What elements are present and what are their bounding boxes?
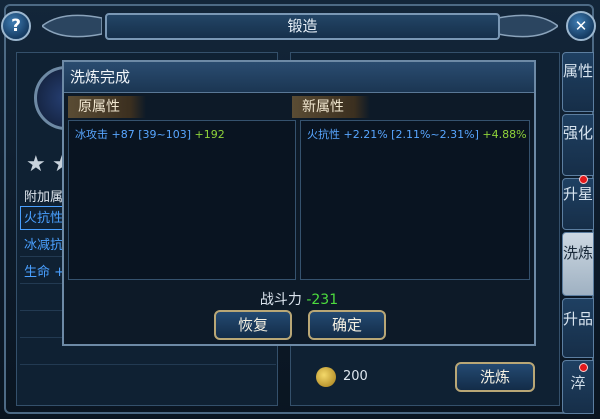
tab-wash[interactable]: 洗炼 [562, 232, 594, 296]
attr-range: [2.11%~2.31%] [391, 128, 479, 141]
attr-delta: +192 [194, 128, 225, 141]
old-attr-box: 冰攻击 +87 [39~103] +192 [68, 120, 296, 280]
tab-label: 属性 [563, 62, 594, 80]
wash-result-dialog: 洗炼完成 原属性 新属性 冰攻击 +87 [39~103] +192 火抗性 +… [62, 60, 536, 346]
tab-label: 淬 [570, 374, 586, 392]
combat-power: 战斗力 -231 [64, 289, 534, 309]
new-attr-box: 火抗性 +2.21% [2.11%~2.31%] +4.88% [300, 120, 530, 280]
tab-upgrade[interactable]: 升品 [562, 298, 594, 358]
forge-window: 锻造 ? ✕ ★ ★ 附加属 火抗性 冰减抗 生命 + 属性 强化 升星 洗炼 … [0, 0, 600, 419]
new-attr-line: 火抗性 +2.21% [2.11%~2.31%] +4.88% [307, 126, 527, 142]
title-ornament-left [42, 14, 102, 38]
window-title: 锻造 [287, 17, 318, 35]
tab-temper[interactable]: 淬 [562, 360, 594, 414]
close-button[interactable]: ✕ [566, 11, 596, 41]
attr-name: 火抗性 +2.21% [307, 128, 388, 141]
dialog-title: 洗炼完成 [70, 68, 131, 86]
tab-label: 升星 [563, 185, 594, 203]
wash-button[interactable]: 洗炼 [455, 362, 535, 392]
combat-power-label: 战斗力 [259, 292, 302, 308]
title-ornament-right [498, 14, 558, 38]
help-icon: ? [11, 16, 21, 36]
notification-badge [579, 363, 588, 372]
title-bar: 锻造 [105, 13, 500, 40]
cost-value: 200 [343, 369, 368, 384]
attr-delta: +4.88% [482, 128, 527, 141]
close-icon: ✕ [574, 17, 588, 35]
tab-attributes[interactable]: 属性 [562, 52, 594, 112]
combat-power-value: -231 [306, 292, 339, 308]
extra-attr-label: 附加属 [24, 190, 64, 205]
old-attr-label: 原属性 [68, 96, 146, 118]
tab-enhance[interactable]: 强化 [562, 114, 594, 176]
attr-range: [39~103] [138, 128, 192, 141]
tab-label: 强化 [563, 124, 594, 142]
tab-label: 洗炼 [563, 244, 594, 262]
old-attr-line: 冰攻击 +87 [39~103] +192 [75, 126, 225, 142]
restore-button[interactable]: 恢复 [214, 310, 292, 340]
attr-name: 冰攻击 +87 [75, 128, 135, 141]
new-attr-label: 新属性 [292, 96, 370, 118]
coin-icon [316, 367, 336, 387]
tab-star-up[interactable]: 升星 [562, 178, 594, 230]
dialog-header: 洗炼完成 [64, 62, 534, 93]
help-button[interactable]: ? [1, 11, 31, 41]
star-icon: ★ [26, 152, 46, 177]
tab-label: 升品 [563, 310, 594, 328]
confirm-button[interactable]: 确定 [308, 310, 386, 340]
notification-badge [579, 175, 588, 184]
